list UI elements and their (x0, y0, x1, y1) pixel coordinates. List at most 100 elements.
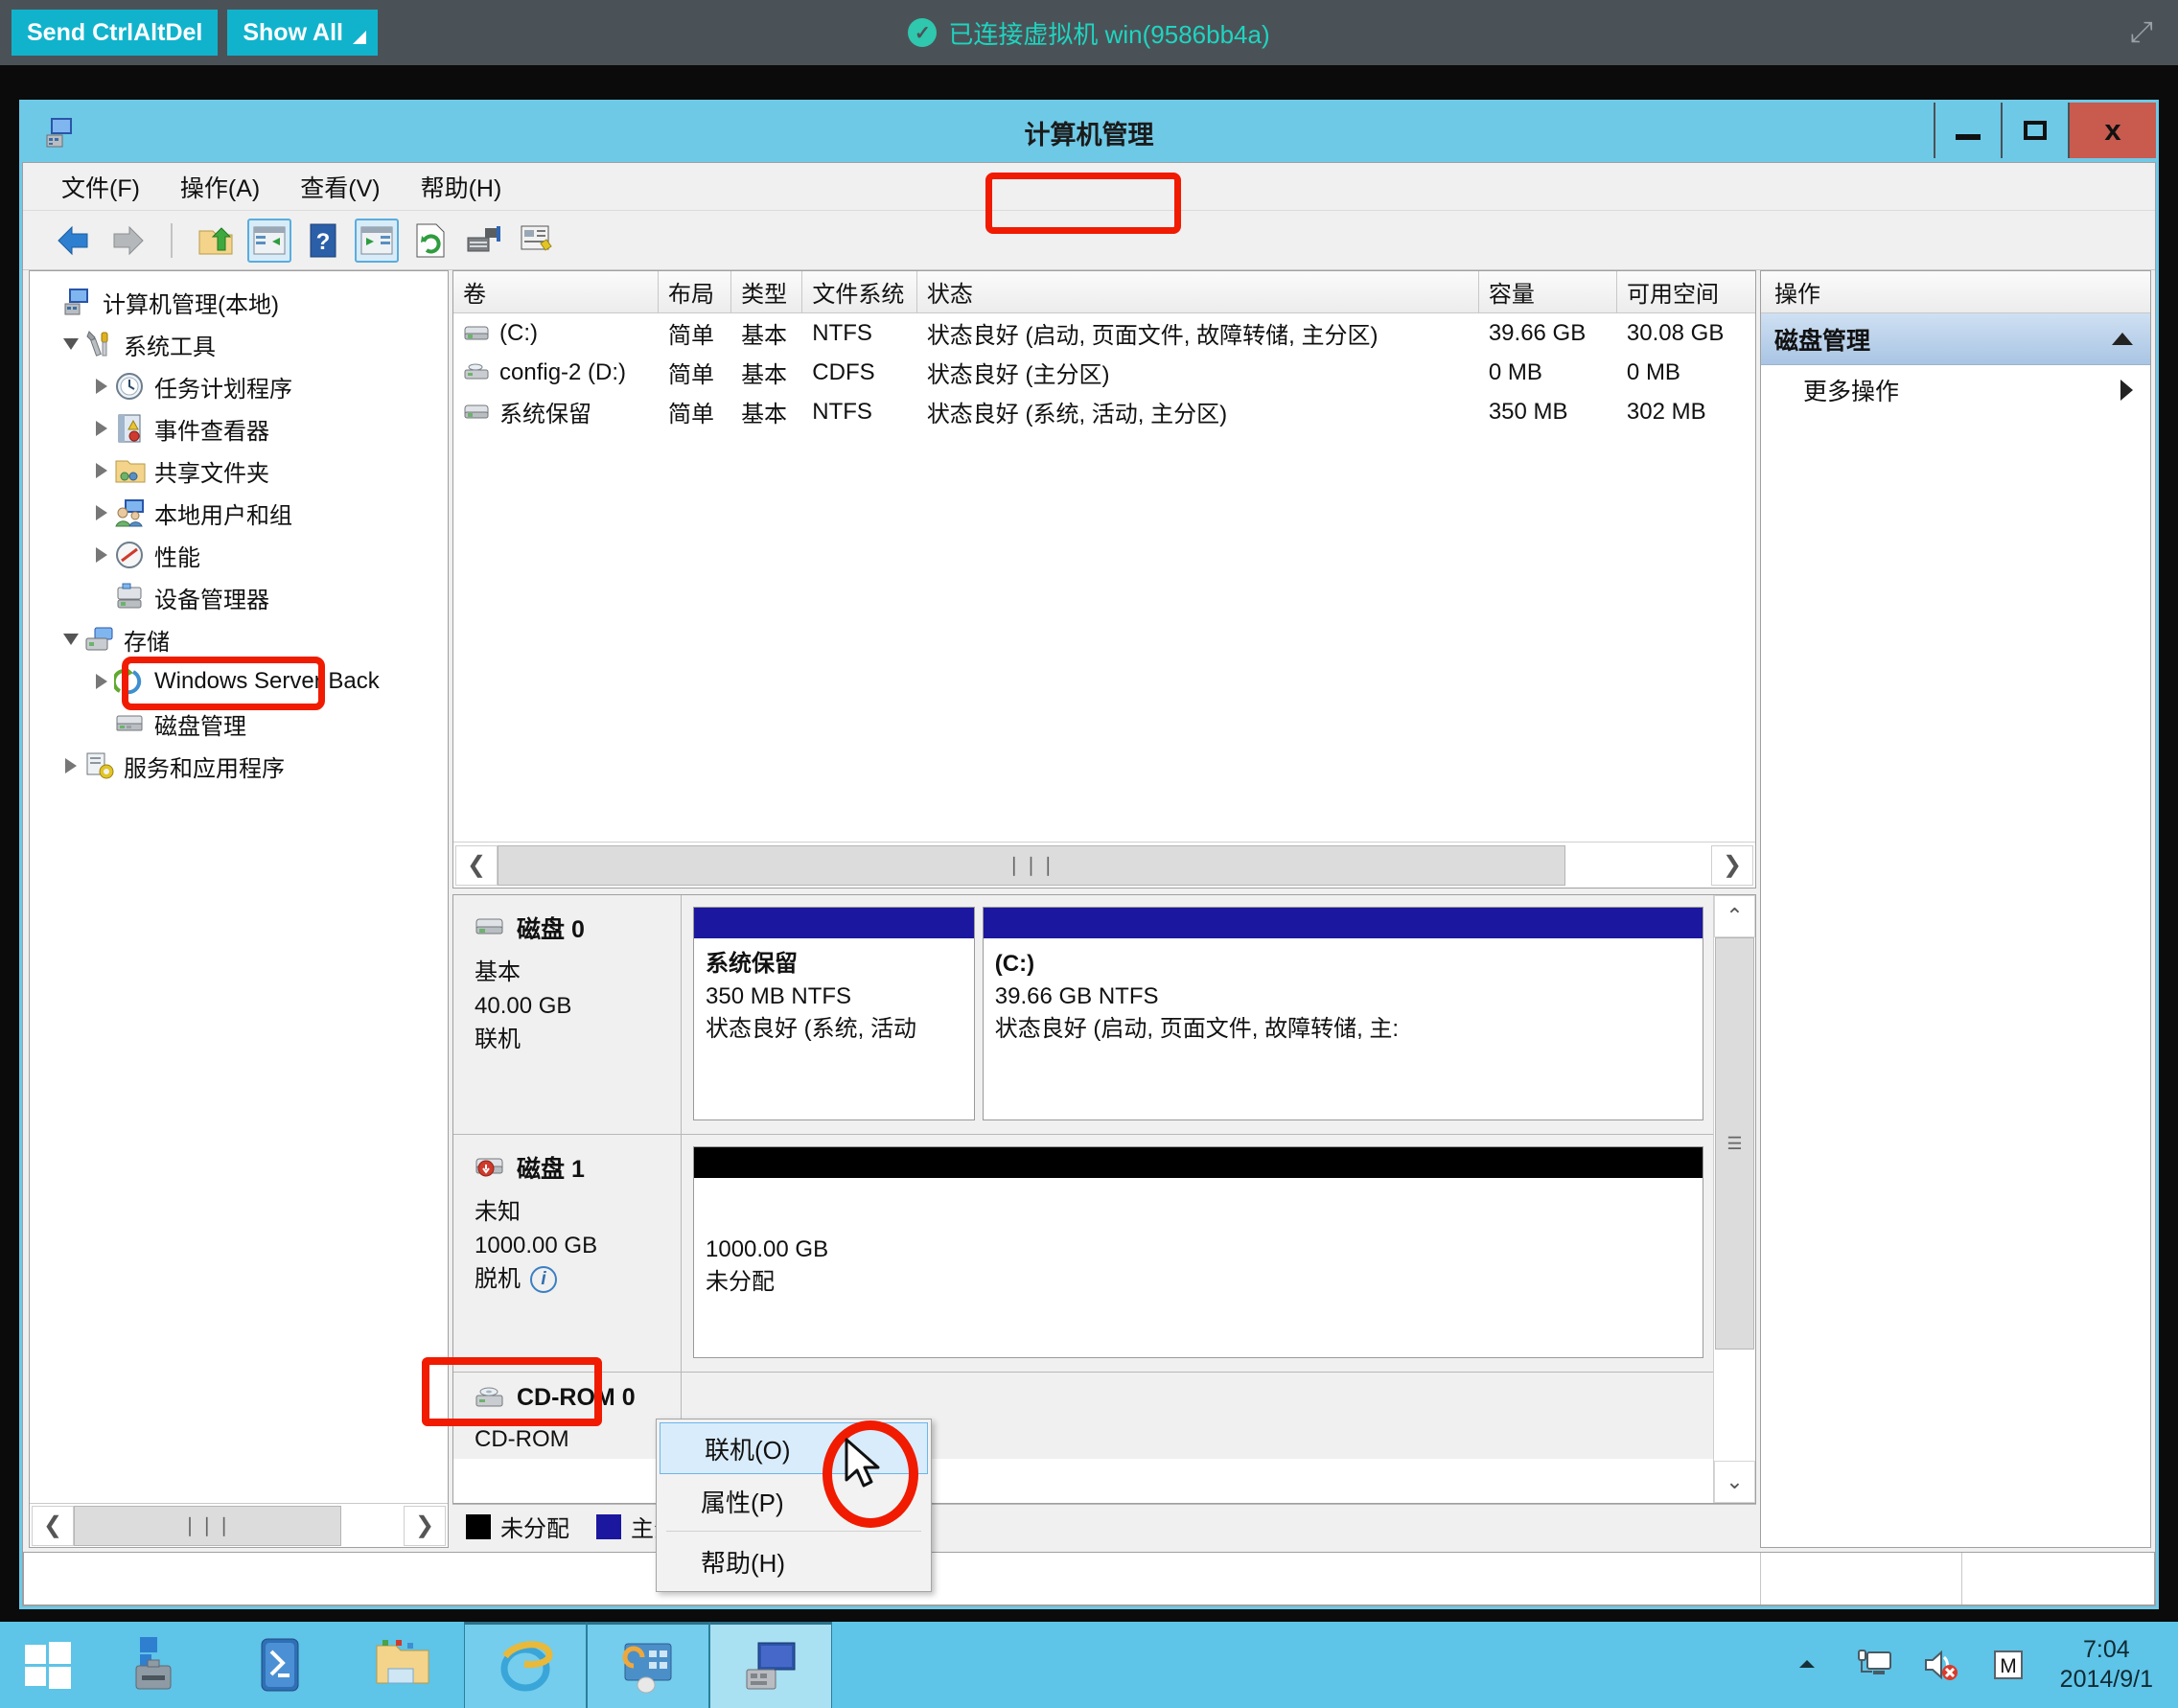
minimize-button[interactable] (1934, 103, 2001, 158)
tree-node-shared-folders[interactable]: 共享文件夹 (30, 450, 448, 492)
table-row[interactable]: config-2 (D:) 简单 基本 CDFS 状态良好 (主分区) 0 MB… (453, 353, 1755, 392)
scrollbar-track[interactable]: ❘❘❘ (74, 1506, 404, 1546)
properties-icon[interactable] (516, 219, 560, 263)
scrollbar-track[interactable]: ☰ (1714, 937, 1755, 1461)
partition-unallocated[interactable]: 1000.00 GB 未分配 (693, 1146, 1703, 1358)
tree-expander[interactable] (89, 421, 114, 436)
scrollbar-thumb[interactable]: ❘❘❘ (74, 1506, 341, 1546)
show-hidden-icons-arrow-icon[interactable] (1786, 1644, 1828, 1686)
scroll-right-button[interactable]: ❯ (1711, 845, 1753, 886)
tree-node-computer-management[interactable]: 计算机管理(本地) (30, 281, 448, 323)
context-menu-item-properties[interactable]: 属性(P) (657, 1474, 931, 1528)
graphical-view-vertical-scrollbar[interactable]: ⌃ ☰ ⌄ (1713, 895, 1755, 1503)
send-ctrl-alt-del-button[interactable]: Send CtrlAltDel (12, 10, 218, 56)
maximize-button[interactable] (2001, 103, 2068, 158)
export-list-icon[interactable] (462, 219, 506, 263)
column-header-capacity[interactable]: 容量 (1479, 271, 1617, 312)
show-hide-action-pane-icon[interactable] (355, 219, 399, 263)
column-header-volume[interactable]: 卷 (453, 271, 659, 312)
disk-row-cdrom[interactable]: CD-ROM 0 CD-ROM (453, 1373, 1713, 1459)
taskbar-control-panel-button[interactable] (587, 1622, 709, 1708)
scrollbar-track[interactable]: ❘❘❘ (498, 845, 1711, 886)
taskbar-powershell-button[interactable] (219, 1622, 341, 1708)
chevron-up-icon[interactable] (2112, 333, 2133, 345)
scroll-down-button[interactable]: ⌄ (1714, 1461, 1755, 1503)
table-row[interactable]: 系统保留 简单 基本 NTFS 状态良好 (系统, 活动, 主分区) 350 M… (453, 392, 1755, 431)
network-icon[interactable] (1853, 1644, 1895, 1686)
menu-action[interactable]: 操作(A) (180, 170, 260, 204)
scroll-up-button[interactable]: ⌃ (1714, 895, 1755, 937)
tree-node-device-manager[interactable]: 设备管理器 (30, 576, 448, 618)
partition-system-reserved[interactable]: 系统保留 350 MB NTFS 状态良好 (系统, 活动 (693, 907, 975, 1120)
fullscreen-icon[interactable]: ⤢ (2122, 13, 2161, 52)
column-header-type[interactable]: 类型 (731, 271, 802, 312)
tree-horizontal-scrollbar[interactable]: ❮ ❘❘❘ ❯ (30, 1503, 448, 1547)
tree-node-windows-server-backup[interactable]: Windows Server Back (30, 660, 448, 703)
info-icon[interactable]: i (530, 1266, 557, 1293)
disk-0-status: 联机 (475, 1024, 681, 1057)
up-folder-icon[interactable] (194, 219, 238, 263)
tree-expander[interactable] (89, 379, 114, 394)
close-button[interactable]: x (2068, 103, 2156, 158)
tree-expander[interactable] (89, 505, 114, 520)
disk-row-0[interactable]: 磁盘 0 基本 40.00 GB 联机 (453, 895, 1713, 1135)
taskbar-internet-explorer-button[interactable] (464, 1622, 587, 1708)
window-titlebar[interactable]: 计算机管理 x (22, 103, 2156, 162)
menu-help[interactable]: 帮助(H) (421, 170, 502, 204)
column-header-layout[interactable]: 布局 (659, 271, 731, 312)
disk-1-title: 磁盘 1 (475, 1150, 681, 1185)
help-icon[interactable]: ? (301, 219, 345, 263)
tree-expander[interactable] (58, 634, 83, 645)
tree-expander[interactable] (89, 463, 114, 478)
context-menu-item-help[interactable]: 帮助(H) (657, 1535, 931, 1588)
refresh-icon[interactable] (408, 219, 452, 263)
volume-list-horizontal-scrollbar[interactable]: ❮ ❘❘❘ ❯ (453, 842, 1755, 888)
tree-expander[interactable] (89, 547, 114, 563)
column-header-status[interactable]: 状态 (917, 271, 1479, 312)
column-header-freespace[interactable]: 可用空间 (1617, 271, 1755, 312)
tree-node-event-viewer[interactable]: 事件查看器 (30, 407, 448, 450)
action-more-actions[interactable]: 更多操作 (1761, 365, 2150, 415)
tree-expander[interactable] (58, 338, 83, 350)
server-manager-icon (128, 1635, 186, 1695)
forward-arrow-icon[interactable] (105, 219, 150, 263)
tree-node-performance[interactable]: 性能 (30, 534, 448, 576)
scrollbar-thumb[interactable]: ❘❘❘ (498, 845, 1565, 886)
show-all-button[interactable]: Show All (227, 10, 378, 56)
volume-list-rows: (C:) 简单 基本 NTFS 状态良好 (启动, 页面文件, 故障转储, 主分… (453, 313, 1755, 842)
tree-node-storage[interactable]: 存储 (30, 618, 448, 660)
disk-1-size: 1000.00 GB (475, 1230, 681, 1263)
taskbar-server-manager-button[interactable] (96, 1622, 219, 1708)
tree-node-task-scheduler[interactable]: 任务计划程序 (30, 365, 448, 407)
powershell-icon (253, 1635, 307, 1695)
scroll-left-button[interactable]: ❮ (455, 845, 498, 886)
taskbar-computer-management-button[interactable] (709, 1622, 832, 1708)
table-row[interactable]: (C:) 简单 基本 NTFS 状态良好 (启动, 页面文件, 故障转储, 主分… (453, 313, 1755, 353)
menu-view[interactable]: 查看(V) (300, 170, 380, 204)
volume-muted-icon[interactable] (1920, 1644, 1962, 1686)
input-method-icon[interactable]: M (1987, 1644, 2029, 1686)
cell-text: 系统保留 (499, 395, 591, 428)
actions-group-disk-management[interactable]: 磁盘管理 (1761, 313, 2150, 365)
menu-file[interactable]: 文件(F) (61, 170, 140, 204)
disk-row-1[interactable]: 磁盘 1 未知 1000.00 GB 脱机 i (453, 1135, 1713, 1373)
tree-expander[interactable] (58, 758, 83, 773)
scroll-left-button[interactable]: ❮ (32, 1506, 74, 1546)
scroll-right-button[interactable]: ❯ (404, 1506, 446, 1546)
sidebar-item-disk-management[interactable]: 磁盘管理 (30, 703, 448, 745)
taskbar-clock[interactable]: 7:04 2014/9/1 (2060, 1635, 2153, 1696)
column-header-filesystem[interactable]: 文件系统 (802, 271, 917, 312)
tree-node-system-tools[interactable]: 系统工具 (30, 323, 448, 365)
back-arrow-icon[interactable] (52, 219, 96, 263)
tree-expander[interactable] (89, 674, 114, 689)
legend-label-unallocated: 未分配 (500, 1510, 569, 1543)
start-button[interactable] (0, 1622, 96, 1708)
taskbar-file-explorer-button[interactable] (341, 1622, 464, 1708)
context-menu-item-online[interactable]: 联机(O) (660, 1422, 928, 1474)
show-hide-console-tree-icon[interactable] (247, 219, 291, 263)
partition-legend: 未分配 主分区 (452, 1504, 1756, 1548)
scrollbar-thumb[interactable]: ☰ (1715, 937, 1754, 1350)
tree-node-services-and-applications[interactable]: 服务和应用程序 (30, 745, 448, 787)
tree-node-local-users-groups[interactable]: 本地用户和组 (30, 492, 448, 534)
partition-c-drive[interactable]: (C:) 39.66 GB NTFS 状态良好 (启动, 页面文件, 故障转储,… (983, 907, 1703, 1120)
